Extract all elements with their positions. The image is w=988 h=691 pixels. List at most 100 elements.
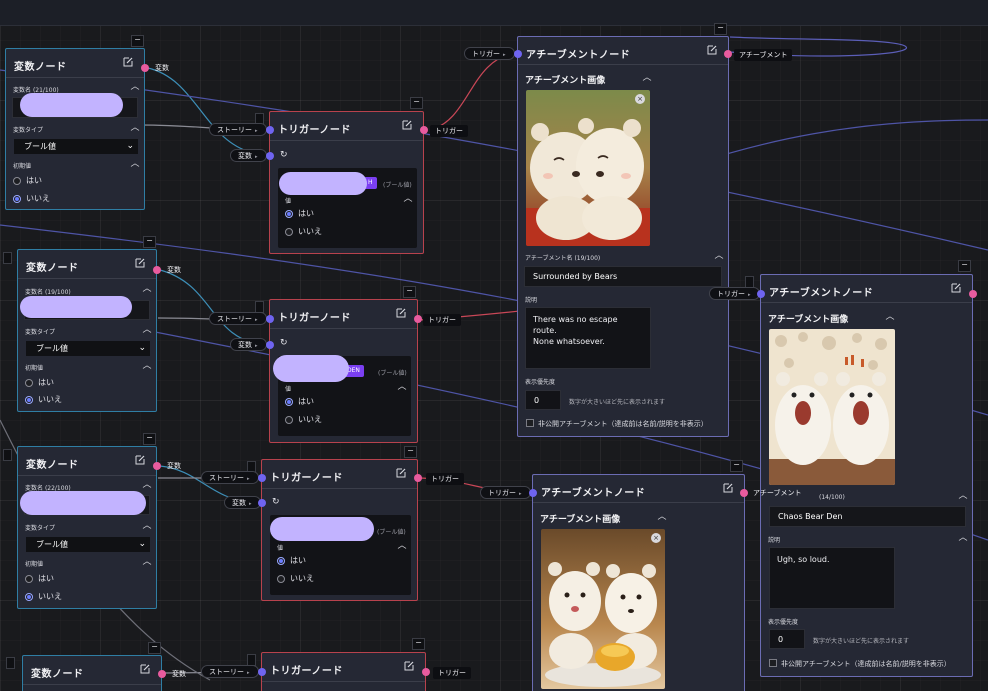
trigger-node-4[interactable]: トリガーノード <box>261 652 426 691</box>
chevron-up-icon[interactable]: ︿ <box>130 159 140 169</box>
edit-icon[interactable] <box>395 467 407 479</box>
edit-icon[interactable] <box>403 660 415 672</box>
collapse-button[interactable]: − <box>403 286 416 298</box>
priority-input[interactable]: 0 <box>525 390 561 410</box>
chevron-up-icon[interactable]: ︿ <box>885 312 895 322</box>
variable-type-select[interactable]: ブール値 ⌄ <box>26 537 150 552</box>
description-textarea[interactable]: Ugh, so loud. <box>769 547 895 609</box>
close-icon[interactable]: × <box>651 533 661 543</box>
input-pin[interactable] <box>266 152 274 160</box>
chevron-up-icon[interactable]: ︿ <box>130 123 140 133</box>
input-pin[interactable] <box>514 50 522 58</box>
variable-node-3[interactable]: 変数ノード 変数名 (22/100) ︿ 変数タイプ ︿ ブール値 ⌄ 初期値 ︿… <box>17 446 157 609</box>
refresh-icon[interactable]: ↻ <box>272 497 282 507</box>
edit-icon[interactable] <box>706 44 718 56</box>
edit-icon[interactable] <box>134 257 146 269</box>
radio-no[interactable] <box>277 575 285 583</box>
radio-no[interactable] <box>25 593 33 601</box>
refresh-icon[interactable]: ↻ <box>280 150 290 160</box>
chevron-up-icon[interactable]: ︿ <box>397 541 407 551</box>
trigger-node-2[interactable]: トリガーノード ↻ DEN (ブール値) 値 ︿ はい いいえ <box>269 299 418 443</box>
trigger-input-pill[interactable]: トリガー ▸ <box>464 47 515 60</box>
variable-type-select[interactable]: ブール値 ⌄ <box>14 139 138 154</box>
radio-yes[interactable] <box>25 379 33 387</box>
radio-no[interactable] <box>285 228 293 236</box>
description-textarea[interactable]: There was no escape route. None whatsoev… <box>525 307 651 369</box>
collapse-button[interactable]: − <box>730 460 743 472</box>
trigger-input-pill[interactable]: トリガー ▸ <box>480 486 531 499</box>
radio-yes[interactable] <box>25 575 33 583</box>
trigger-node-1[interactable]: トリガーノード ↻ H (ブール値) 値 ︿ はい いいえ <box>269 111 424 254</box>
edit-icon[interactable] <box>722 482 734 494</box>
story-input-pill[interactable]: ストーリー ▸ <box>201 665 259 678</box>
achievement-name-input[interactable]: Chaos Bear Den <box>769 506 966 527</box>
collapse-button[interactable]: − <box>404 446 417 458</box>
chevron-up-icon[interactable]: ︿ <box>142 361 152 371</box>
close-icon[interactable]: × <box>635 94 645 104</box>
refresh-icon[interactable]: ↻ <box>280 338 290 348</box>
output-pin[interactable] <box>422 668 430 676</box>
chevron-up-icon[interactable]: ︿ <box>142 557 152 567</box>
output-pin[interactable] <box>414 474 422 482</box>
collapse-button[interactable] <box>3 449 12 461</box>
trigger-input-pill[interactable]: トリガー ▸ <box>709 287 760 300</box>
collapse-button[interactable]: − <box>410 97 423 109</box>
priority-input[interactable]: 0 <box>769 629 805 649</box>
chevron-up-icon[interactable]: ︿ <box>958 533 968 543</box>
input-pin[interactable] <box>757 290 765 298</box>
output-pin[interactable] <box>420 126 428 134</box>
radio-yes[interactable] <box>285 210 293 218</box>
hidden-checkbox[interactable] <box>526 419 534 427</box>
output-pin[interactable] <box>724 50 732 58</box>
edit-icon[interactable] <box>395 307 407 319</box>
input-pin[interactable] <box>266 126 274 134</box>
input-pin[interactable] <box>266 315 274 323</box>
achievement-node-1[interactable]: アチーブメントノード アチーブメント画像 ︿ × アチーブメント名 (19/10… <box>517 36 729 437</box>
story-input-pill[interactable]: ストーリー ▸ <box>209 312 267 325</box>
chevron-up-icon[interactable]: ︿ <box>642 73 652 83</box>
radio-yes[interactable] <box>13 177 21 185</box>
variable-type-select[interactable]: ブール値 ⌄ <box>26 341 150 356</box>
collapse-button[interactable]: − <box>131 35 144 47</box>
chevron-up-icon[interactable]: ︿ <box>142 284 152 294</box>
collapse-button[interactable] <box>6 657 15 669</box>
chevron-up-icon[interactable]: ︿ <box>403 194 413 204</box>
radio-yes[interactable] <box>285 398 293 406</box>
output-pin[interactable] <box>153 266 161 274</box>
variable-node-2[interactable]: 変数ノード 変数名 (19/100) ︿ 変数タイプ ︿ ブール値 ⌄ 初期値 ︿… <box>17 249 157 412</box>
chevron-up-icon[interactable]: ︿ <box>714 251 724 261</box>
collapse-button[interactable]: − <box>143 433 156 445</box>
chevron-up-icon[interactable]: ︿ <box>142 480 152 490</box>
edit-icon[interactable] <box>139 663 151 675</box>
chevron-up-icon[interactable]: ︿ <box>397 382 407 392</box>
variable-input-pill[interactable]: 変数 ▸ <box>224 496 261 509</box>
chevron-up-icon[interactable]: ︿ <box>657 512 667 522</box>
chevron-up-icon[interactable]: ︿ <box>130 82 140 92</box>
output-pin[interactable] <box>414 315 422 323</box>
radio-yes[interactable] <box>277 557 285 565</box>
variable-input-pill[interactable]: 変数 ▸ <box>230 338 267 351</box>
chevron-up-icon[interactable]: ︿ <box>958 491 968 501</box>
collapse-button[interactable]: − <box>412 638 425 650</box>
output-pin[interactable] <box>740 489 748 497</box>
collapse-button[interactable] <box>3 252 12 264</box>
output-pin[interactable] <box>158 670 166 678</box>
variable-node-1[interactable]: 変数ノード 変数名 (21/100) ︿ 変数タイプ ︿ ブール値 ⌄ 初期値 ︿… <box>5 48 145 210</box>
hidden-checkbox[interactable] <box>769 659 777 667</box>
collapse-button[interactable]: − <box>143 236 156 248</box>
achievement-node-2[interactable]: アチーブメントノード アチーブメント画像 ︿ (14/100) ︿ Chaos … <box>760 274 973 677</box>
chevron-up-icon[interactable]: ︿ <box>142 521 152 531</box>
output-pin[interactable] <box>141 64 149 72</box>
chevron-up-icon[interactable]: ︿ <box>142 325 152 335</box>
edit-icon[interactable] <box>134 454 146 466</box>
output-pin[interactable] <box>969 290 977 298</box>
radio-no[interactable] <box>25 396 33 404</box>
output-pin[interactable] <box>153 462 161 470</box>
input-pin[interactable] <box>266 341 274 349</box>
achievement-name-input[interactable]: Surrounded by Bears <box>524 266 722 287</box>
radio-no[interactable] <box>13 195 21 203</box>
radio-no[interactable] <box>285 416 293 424</box>
input-pin[interactable] <box>258 474 266 482</box>
input-pin[interactable] <box>529 489 537 497</box>
input-pin[interactable] <box>258 668 266 676</box>
